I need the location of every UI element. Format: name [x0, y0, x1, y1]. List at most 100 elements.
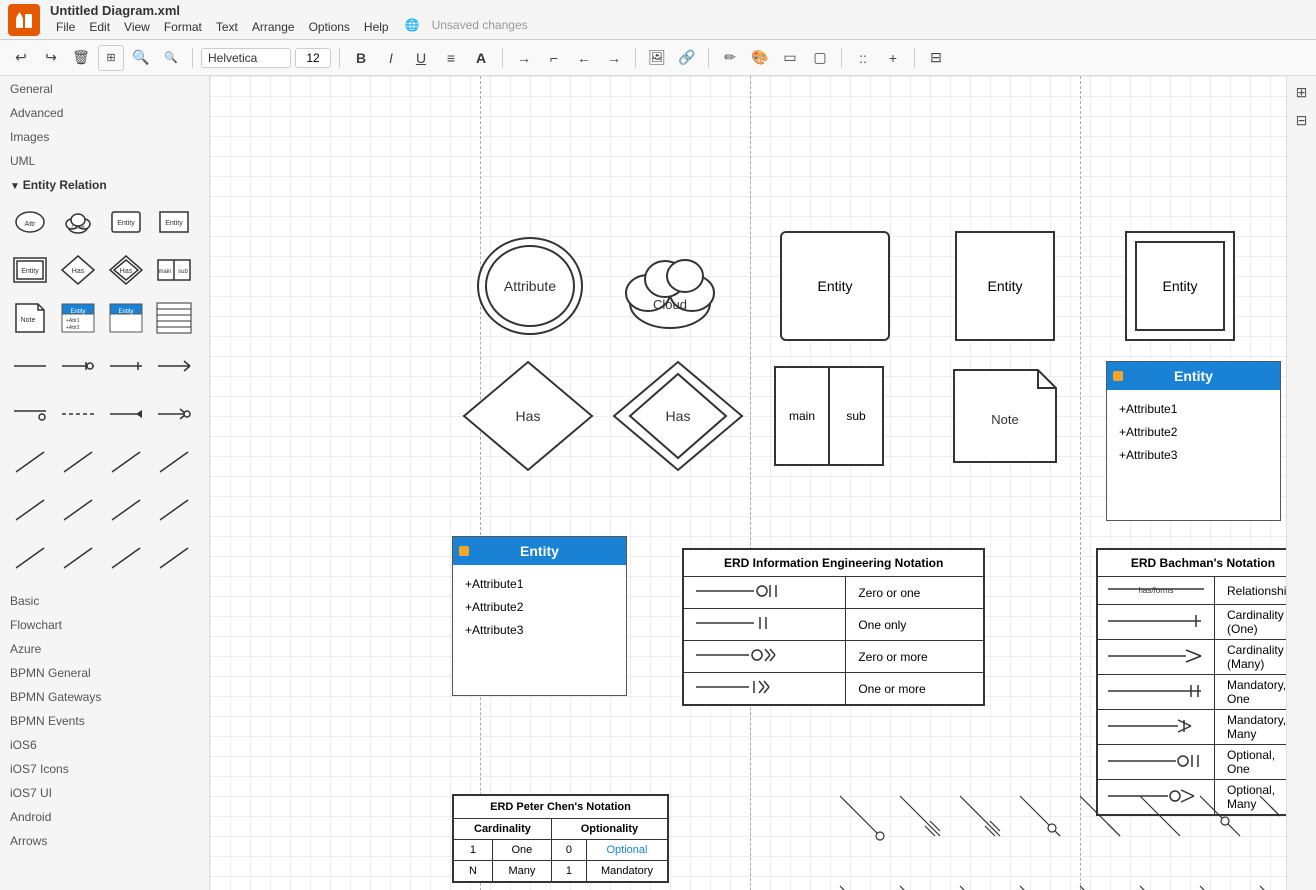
chen-optionality-header: Optionality [551, 819, 668, 840]
sidebar-diag2[interactable] [56, 440, 100, 484]
menu-file[interactable]: File [50, 18, 81, 36]
sidebar-diag10[interactable] [56, 536, 100, 580]
entity-double-shape[interactable]: Entity [1125, 231, 1235, 341]
fit-page-button[interactable]: ⊞ [98, 45, 124, 71]
sidebar-entity-shape[interactable]: Entity [104, 200, 148, 244]
sidebar-diamond2-shape[interactable]: Has [104, 248, 148, 292]
sidebar-section-ios7ui[interactable]: iOS7 UI [0, 780, 209, 804]
bold-button[interactable]: B [348, 45, 374, 71]
sidebar-line3[interactable] [104, 344, 148, 388]
sidebar-section-images[interactable]: Images [0, 124, 209, 148]
svg-text:Entity: Entity [165, 220, 183, 227]
arrow-left-button[interactable]: ← [571, 45, 597, 71]
sidebar-entity-list-shape[interactable]: Entity [104, 296, 148, 340]
sidebar-diag8[interactable] [152, 488, 196, 532]
sidebar-entity2-shape[interactable]: Entity [152, 200, 196, 244]
image-button[interactable]: 🖼 [644, 45, 670, 71]
arrow-right-button[interactable]: → [511, 45, 537, 71]
menu-format[interactable]: Format [158, 18, 208, 36]
sidebar-section-azure[interactable]: Azure [0, 636, 209, 660]
menu-help[interactable]: Help [358, 18, 395, 36]
sidebar-diag12[interactable] [152, 536, 196, 580]
rp-panel-button[interactable]: ⊟ [1290, 108, 1314, 132]
align-button[interactable]: ≡ [438, 45, 464, 71]
sidebar-table-shape[interactable] [152, 296, 196, 340]
sidebar-diag3[interactable] [104, 440, 148, 484]
entity-blue-left[interactable]: Entity +Attribute1 +Attribute2 +Attribut… [452, 536, 627, 696]
rect-button[interactable]: ▭ [777, 45, 803, 71]
sidebar-section-flowchart[interactable]: Flowchart [0, 612, 209, 636]
sidebar-line2[interactable] [56, 344, 100, 388]
sidebar-section-uml[interactable]: UML [0, 148, 209, 172]
grid-button[interactable]: :: [850, 45, 876, 71]
undo-button[interactable]: ↩ [8, 45, 34, 71]
menu-view[interactable]: View [118, 18, 156, 36]
redo-button[interactable]: ↪ [38, 45, 64, 71]
arrow-right2-button[interactable]: → [601, 45, 627, 71]
sidebar-line4[interactable] [152, 344, 196, 388]
rp-grid-button[interactable]: ⊞ [1290, 80, 1314, 104]
sidebar-section-bpmn-ev[interactable]: BPMN Events [0, 708, 209, 732]
menu-options[interactable]: Options [303, 18, 356, 36]
sidebar-diag6[interactable] [56, 488, 100, 532]
sidebar-note-shape[interactable]: Note [8, 296, 52, 340]
canvas-container[interactable]: Attribute Cloud Entity Ent [210, 76, 1286, 890]
sidebar-entity3-shape[interactable]: Entity [8, 248, 52, 292]
split-entity-shape[interactable]: main sub [774, 366, 884, 466]
cloud-shape[interactable]: Cloud [610, 231, 730, 341]
arrow-bend-button[interactable]: ⌐ [541, 45, 567, 71]
sidebar-section-bpmn-gw[interactable]: BPMN Gateways [0, 684, 209, 708]
sidebar-diag5[interactable] [8, 488, 52, 532]
entity-plain-shape[interactable]: Entity [955, 231, 1055, 341]
minimize-icon[interactable] [1113, 371, 1123, 381]
entity-blue-right[interactable]: Entity +Attribute1 +Attribute2 +Attribut… [1106, 361, 1281, 521]
sidebar-diag7[interactable] [104, 488, 148, 532]
sidebar-section-basic[interactable]: Basic [0, 588, 209, 612]
line-color-button[interactable]: ✏ [717, 45, 743, 71]
sidebar-section-arrows[interactable]: Arrows [0, 828, 209, 852]
entity-rounded-shape[interactable]: Entity [780, 231, 890, 341]
sidebar-diag9[interactable] [8, 536, 52, 580]
delete-button[interactable]: 🗑 [68, 45, 94, 71]
sidebar-section-ios7icons[interactable]: iOS7 Icons [0, 756, 209, 780]
sidebar-line6[interactable] [56, 392, 100, 436]
sidebar-line7[interactable] [104, 392, 148, 436]
sidebar-line5[interactable] [8, 392, 52, 436]
font-size[interactable] [295, 48, 331, 68]
sidebar-line1[interactable] [8, 344, 52, 388]
link-button[interactable]: 🔗 [674, 45, 700, 71]
rounded-button[interactable]: ▢ [807, 45, 833, 71]
sidebar-section-android[interactable]: Android [0, 804, 209, 828]
zoom-out-button[interactable]: 🔍 [158, 45, 184, 71]
sidebar-section-bpmn-gen[interactable]: BPMN General [0, 660, 209, 684]
diamond-double-shape[interactable]: Has [608, 356, 748, 476]
sidebar-line8[interactable] [152, 392, 196, 436]
sidebar-attribute-shape[interactable]: Attr [8, 200, 52, 244]
zoom-in-button[interactable]: 🔍 [128, 45, 154, 71]
italic-button[interactable]: I [378, 45, 404, 71]
font-selector[interactable] [201, 48, 291, 68]
note-shape[interactable]: Note [950, 366, 1060, 466]
fill-color-button[interactable]: 🎨 [747, 45, 773, 71]
sidebar-section-general[interactable]: General [0, 76, 209, 100]
sidebar-diamond1-shape[interactable]: Has [56, 248, 100, 292]
sidebar-diag11[interactable] [104, 536, 148, 580]
sidebar-diag4[interactable] [152, 440, 196, 484]
menu-text[interactable]: Text [210, 18, 244, 36]
sidebar-split-shape[interactable]: mainsub [152, 248, 196, 292]
minimize-icon-left[interactable] [459, 546, 469, 556]
sidebar-entity-blue-shape[interactable]: Entity+Attr1+Attr2 [56, 296, 100, 340]
add-button[interactable]: + [880, 45, 906, 71]
attribute-shape[interactable]: Attribute [470, 231, 590, 341]
menu-arrange[interactable]: Arrange [246, 18, 301, 36]
sidebar-cloud-shape[interactable]: Cloud [56, 200, 100, 244]
font-color-button[interactable]: A [468, 45, 494, 71]
sidebar-diag1[interactable] [8, 440, 52, 484]
sidebar-section-advanced[interactable]: Advanced [0, 100, 209, 124]
menu-edit[interactable]: Edit [83, 18, 116, 36]
sidebar-section-entity[interactable]: ▼ Entity Relation [0, 172, 209, 196]
diamond-simple-shape[interactable]: Has [458, 356, 598, 476]
sidebar-section-ios6[interactable]: iOS6 [0, 732, 209, 756]
underline-button[interactable]: U [408, 45, 434, 71]
panel-button[interactable]: ⊟ [923, 45, 949, 71]
